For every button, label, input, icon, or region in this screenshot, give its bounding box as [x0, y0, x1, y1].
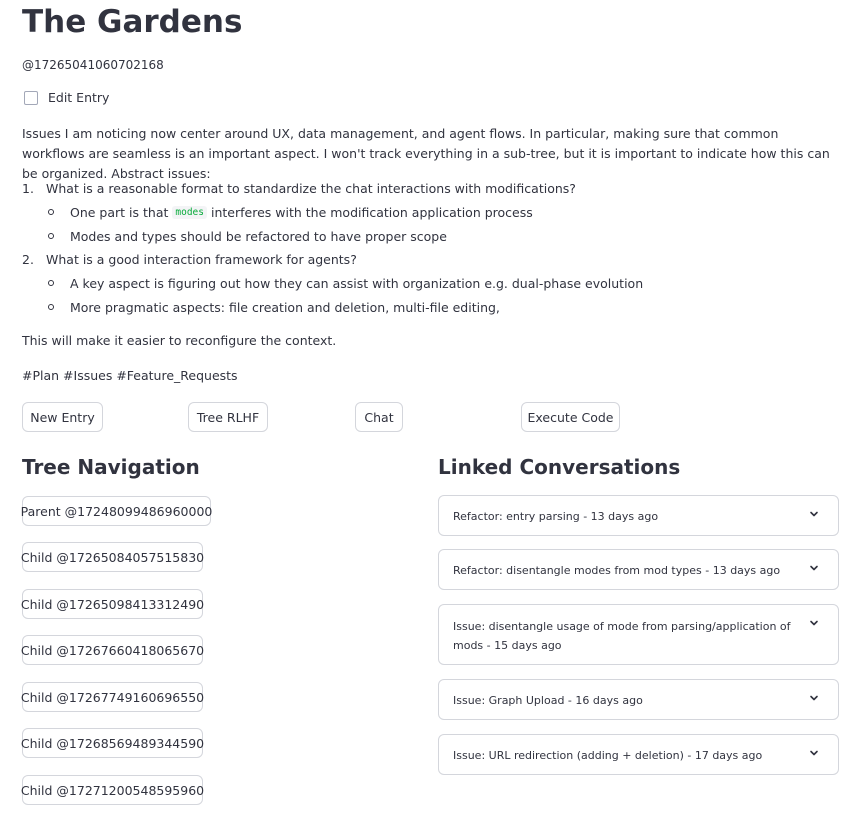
- child-node-button[interactable]: Child @17265098413312490: [21, 589, 204, 619]
- tree-navigation-heading: Tree Navigation: [22, 455, 200, 479]
- inline-code: modes: [172, 205, 207, 219]
- list-item: 2. What is a good interaction framework …: [22, 249, 357, 269]
- conversation-label: Issue: Graph Upload - 16 days ago: [453, 694, 643, 707]
- linked-conversation-expander[interactable]: Issue: Graph Upload - 16 days ago: [438, 679, 839, 720]
- sub-list-item: One part is that modes interferes with t…: [48, 202, 533, 222]
- sub-item-text: More pragmatic aspects: file creation an…: [70, 299, 500, 315]
- child-node-button[interactable]: Child @17265084057515830: [21, 542, 204, 572]
- list-number: 2.: [22, 251, 34, 267]
- chevron-down-icon[interactable]: [808, 692, 820, 704]
- child-node-button[interactable]: Child @17271200548595960: [21, 775, 204, 805]
- entry-id: @17265041060702168: [22, 58, 164, 72]
- execute-code-button[interactable]: Execute Code: [521, 402, 620, 432]
- sub-item-text: A key aspect is figuring out how they ca…: [70, 275, 644, 291]
- sub-item-text: Modes and types should be refactored to …: [70, 228, 447, 244]
- linked-conversation-expander[interactable]: Refactor: entry parsing - 13 days ago: [438, 495, 839, 536]
- sub-list-item: More pragmatic aspects: file creation an…: [48, 297, 500, 317]
- chevron-down-icon[interactable]: [808, 747, 820, 759]
- child-node-button[interactable]: Child @17267660418065670: [21, 635, 204, 665]
- bullet-icon: [48, 280, 54, 286]
- bullet-icon: [48, 233, 54, 239]
- page-title: The Gardens: [22, 4, 243, 40]
- intro-paragraph: Issues I am noticing now center around U…: [22, 126, 830, 181]
- list-item-text: What is a good interaction framework for…: [46, 251, 357, 267]
- linked-conversations-heading: Linked Conversations: [438, 455, 681, 479]
- sub-item-text-before: One part is that: [70, 204, 169, 220]
- parent-node-button[interactable]: Parent @17248099486960000: [21, 496, 212, 526]
- chevron-down-icon[interactable]: [808, 562, 820, 574]
- chevron-down-icon[interactable]: [808, 617, 820, 629]
- chevron-down-icon[interactable]: [808, 508, 820, 520]
- chat-button[interactable]: Chat: [355, 402, 403, 432]
- tree-rlhf-button[interactable]: Tree RLHF: [188, 402, 268, 432]
- checkbox-box[interactable]: [24, 90, 38, 105]
- tags-line: #Plan #Issues #Feature_Requests: [22, 368, 238, 383]
- edit-entry-checkbox[interactable]: Edit Entry: [22, 90, 109, 105]
- sub-list-item: A key aspect is figuring out how they ca…: [48, 273, 643, 293]
- list-number: 1.: [22, 180, 34, 196]
- sub-list-item: Modes and types should be refactored to …: [48, 226, 447, 246]
- conversation-label: Refactor: disentangle modes from mod typ…: [453, 564, 781, 577]
- conversation-label: Issue: disentangle usage of mode from pa…: [453, 620, 791, 652]
- conversation-label: Issue: URL redirection (adding + deletio…: [453, 749, 763, 762]
- linked-conversation-expander[interactable]: Issue: URL redirection (adding + deletio…: [438, 734, 839, 775]
- bullet-icon: [48, 304, 54, 310]
- conversation-label: Refactor: entry parsing - 13 days ago: [453, 510, 659, 523]
- outro-paragraph: This will make it easier to reconfigure …: [22, 333, 337, 348]
- child-node-button[interactable]: Child @17267749160696550: [21, 682, 204, 712]
- linked-conversation-expander[interactable]: Refactor: disentangle modes from mod typ…: [438, 549, 839, 590]
- sub-item-text-after: interferes with the modification applica…: [211, 204, 533, 220]
- list-item-text: What is a reasonable format to standardi…: [46, 180, 576, 196]
- bullet-icon: [48, 209, 54, 215]
- page: The Gardens @17265041060702168 Edit Entr…: [0, 0, 863, 815]
- child-node-button[interactable]: Child @17268569489344590: [21, 728, 204, 758]
- list-item: 1. What is a reasonable format to standa…: [22, 178, 576, 198]
- new-entry-button[interactable]: New Entry: [22, 402, 103, 432]
- edit-entry-label: Edit Entry: [48, 90, 110, 105]
- linked-conversation-expander[interactable]: Issue: disentangle usage of mode from pa…: [438, 604, 839, 665]
